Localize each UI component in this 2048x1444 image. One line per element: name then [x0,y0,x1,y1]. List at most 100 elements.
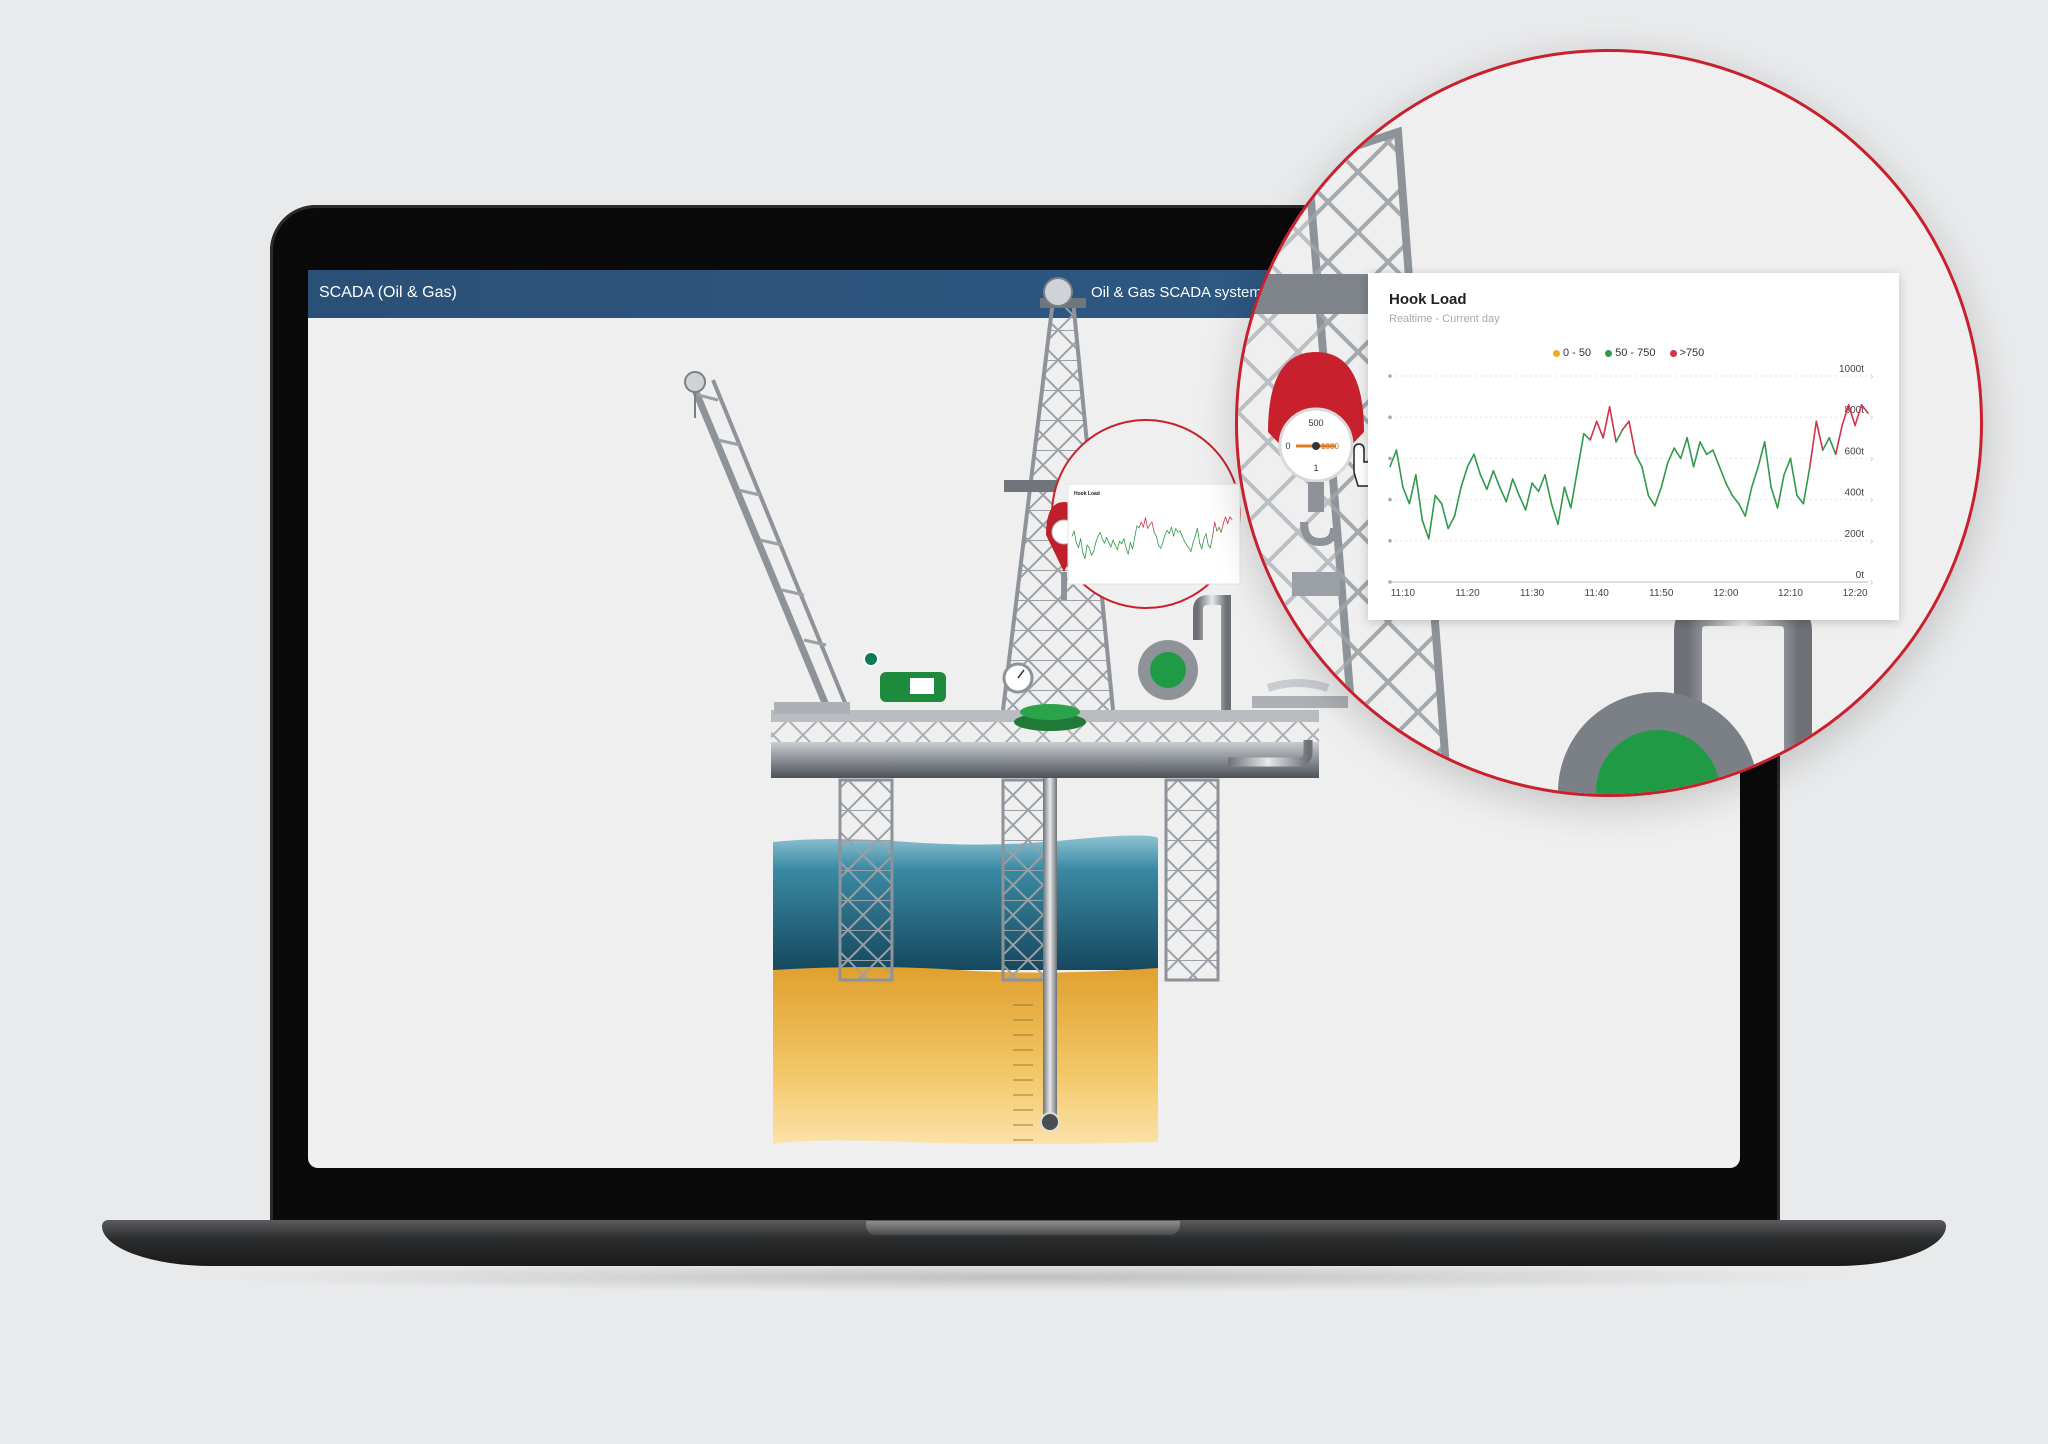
series-segment [1660,461,1669,489]
gauge-label-top: 500 [1308,418,1323,428]
centrifugal-pump [1138,595,1231,710]
sea-water [773,835,1158,970]
series-segment [1492,469,1501,489]
series-segment [1563,486,1572,509]
hook-load-chart[interactable]: 0t›200t›400t›600t›800t›1000t›11:10 11:20 1… [1368,273,1899,620]
series-segment [1763,441,1772,489]
mini-chart-card [1067,483,1241,585]
series-segment [1647,494,1656,507]
zoom-magnifier: 500 0 1 1000 Hook Load Realtime - Curren… [1235,49,1983,797]
series-segment [1628,420,1637,456]
series-segment [1576,432,1585,472]
gauge-label-bottom: 1 [1313,463,1318,473]
series-segment [1828,437,1837,456]
x-tick-label: 12:10 [1778,588,1803,599]
series-segment [1744,486,1753,517]
y-tick-label: 400t [1845,488,1865,499]
series-segment [1473,453,1482,476]
series-segment [1524,482,1533,511]
chevron-right-icon: › [1870,453,1873,464]
series-segment [1725,482,1734,497]
laptop-hinge-notch [866,1221,1180,1235]
series-segment [1466,453,1475,468]
x-tick-label: 11:10 [1391,588,1416,599]
series-segment [1582,432,1592,441]
series-segment [1654,486,1663,507]
series-segment [1712,449,1721,468]
grid-dot [1388,415,1392,419]
series-segment [1834,424,1843,456]
series-segment [1531,482,1540,493]
rotary-table [1014,704,1086,731]
series-segment [1602,406,1611,439]
series-segment [1679,437,1688,460]
series-segment [1518,494,1527,511]
drill-bit [1040,1112,1060,1132]
series-segment [1486,469,1495,491]
x-tick-label: 11:30 [1520,588,1545,599]
series-segment [1757,441,1766,468]
series-segment [1750,465,1759,489]
chevron-right-icon: › [1870,412,1873,423]
series-segment [1595,420,1604,439]
chevron-right-icon: › [1870,495,1873,506]
grid-dot [1388,456,1392,461]
seabed [773,967,1158,1144]
series-segment [1550,502,1559,526]
series-segment [1789,457,1798,497]
series-segment [1402,486,1411,505]
gauge-label-left: 0 [1285,441,1290,451]
series-segment [1796,494,1805,505]
series-segment [1615,428,1624,443]
series-segment [1505,478,1514,503]
x-tick-label: 12:00 [1713,588,1738,599]
y-tick-label: 200t [1845,529,1865,540]
series-segment [1815,420,1824,451]
chevron-right-icon: › [1870,536,1873,547]
series-segment [1692,441,1701,468]
series-segment [1809,420,1818,468]
series-segment [1673,447,1682,460]
series-segment [1621,420,1630,431]
x-tick-label: 12:20 [1843,588,1868,599]
grid-dot [1388,539,1392,543]
crane [684,371,850,714]
x-tick-label: 11:40 [1585,588,1610,599]
x-tick-label: 11:20 [1455,588,1480,599]
series-segment [1395,449,1404,489]
mini-chart-title: Hook Load [1074,491,1100,497]
grid-dot [1388,580,1392,584]
series-segment [1511,478,1520,497]
series-segment [1705,449,1714,456]
series-segment [1440,502,1449,530]
series-segment [1666,447,1676,464]
series-segment [1686,437,1695,468]
pump-unit [863,651,946,702]
series-segment [1699,441,1708,456]
series-segment [1421,519,1430,540]
series-segment [1589,420,1598,441]
series-segment [1479,474,1488,491]
x-tick-label: 11:50 [1649,588,1674,599]
drill-string [1043,776,1057,1126]
series-segment [1802,465,1811,505]
y-tick-label: 0t [1856,570,1865,581]
series-segment [1557,486,1566,526]
series-segment [1718,465,1727,484]
pressure-gauge [1002,662,1034,694]
laptop-shadow [180,1262,1870,1292]
series-segment [1408,474,1417,505]
series-segment [1770,486,1779,509]
hook-load-widget[interactable]: Hook Load Realtime - Current day 0 - 50 … [1368,273,1899,620]
series-segment [1570,469,1579,509]
series-segment [1776,474,1785,509]
series-segment [1634,453,1643,468]
chevron-right-icon: › [1870,371,1873,382]
crown-block-zoomed [1248,274,1368,314]
y-tick-label: 1000t [1839,364,1864,375]
series-segment [1608,406,1617,443]
y-tick-label: 600t [1845,446,1865,457]
series-segment [1783,457,1792,476]
series-segment [1447,515,1456,530]
series-segment [1453,486,1462,517]
